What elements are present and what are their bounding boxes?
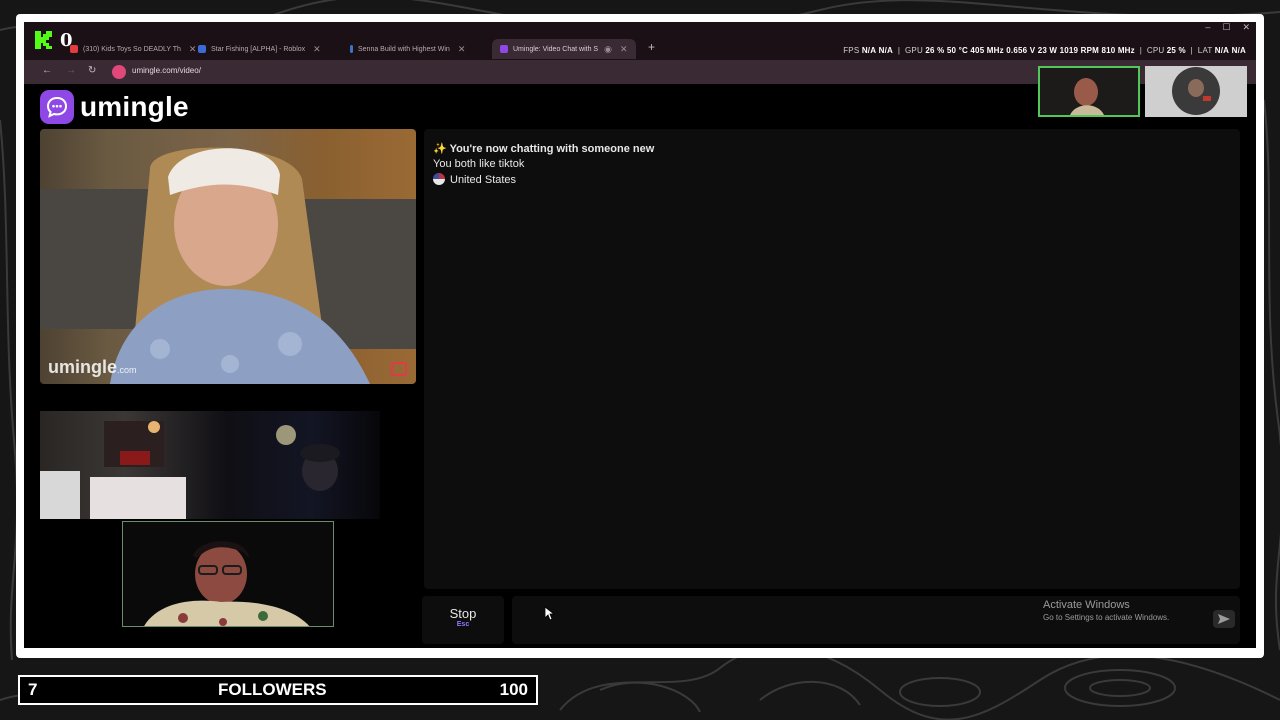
room-camera-feed [40, 421, 340, 519]
close-tab-icon[interactable]: ✕ [620, 44, 628, 55]
close-window-icon[interactable]: ✕ [1242, 22, 1250, 32]
tab-roblox[interactable]: Star Fishing [ALPHA] - Roblox ✕ [190, 39, 329, 59]
close-tab-icon[interactable]: ✕ [458, 44, 466, 55]
stranger-video-feed [40, 147, 416, 384]
window-controls: – ☐ ✕ [1193, 22, 1250, 33]
stop-label: Stop [449, 606, 477, 621]
pip-guest-camera [1145, 66, 1247, 117]
send-button[interactable] [1213, 610, 1235, 628]
url-field[interactable]: umingle.com/video/ [132, 66, 201, 75]
reload-icon[interactable]: ↻ [88, 65, 96, 76]
maximize-icon[interactable]: ☐ [1222, 22, 1230, 32]
forward-arrow-icon[interactable]: → [66, 65, 76, 76]
performance-overlay: FPS N/A N/A | GPU 26 % 50 °C 405 MHz 0.6… [843, 46, 1246, 55]
umingle-watermark: umingle.com [48, 357, 137, 377]
mouse-cursor-icon [545, 607, 555, 621]
stranger-video: umingle.com [40, 129, 416, 384]
system-message-location: United States [433, 173, 516, 186]
new-tab-button[interactable]: + [648, 40, 655, 54]
recording-icon: ◉ [604, 43, 612, 54]
stop-button[interactable]: Stop Esc [422, 596, 504, 644]
stop-shortcut: Esc [456, 621, 470, 628]
kick-logo-icon [35, 31, 52, 49]
back-arrow-icon[interactable]: ← [42, 65, 52, 76]
pip-webcam-feed [1040, 68, 1138, 115]
activate-windows-watermark: Activate Windows Go to Settings to activ… [1043, 599, 1170, 622]
streamer-webcam-feed [123, 522, 333, 626]
system-message-common-interest: You both like tiktok [433, 158, 525, 170]
site-icon [350, 45, 353, 53]
umingle-logo[interactable]: umingle [40, 90, 189, 124]
tab-youtube[interactable]: (310) Kids Toys So DEADLY Th ✕ [62, 39, 204, 59]
tab-senna-build[interactable]: Senna Build with Highest Win ✕ [342, 39, 473, 59]
follower-current: 7 [28, 680, 38, 699]
streamer-room-camera [40, 411, 380, 519]
roblox-icon [198, 45, 206, 53]
streamer-webcam [122, 521, 334, 627]
site-info-icon[interactable] [112, 65, 126, 79]
umingle-page: umingle umingle.com ✨ You're now chattin… [24, 84, 1256, 648]
system-message-new-chat: ✨ You're now chatting with someone new [433, 143, 655, 155]
tab-bar: 0 (310) Kids Toys So DEADLY Th ✕ Star Fi… [24, 22, 1256, 60]
us-flag-icon [433, 173, 445, 185]
tab-label: Star Fishing [ALPHA] - Roblox [211, 45, 306, 53]
tab-label: (310) Kids Toys So DEADLY Th [83, 45, 181, 53]
pip-webcam-streamer [1038, 66, 1140, 117]
follower-goal-bar: 7 FOLLOWERS 100 [18, 675, 538, 705]
follower-label: FOLLOWERS [218, 680, 327, 699]
tab-label: Senna Build with Highest Win [358, 45, 450, 53]
send-icon [1218, 614, 1230, 624]
tab-umingle[interactable]: Umingle: Video Chat with S ◉ ✕ [492, 39, 636, 59]
follower-goal: 100 [499, 680, 528, 699]
chat-bubble-icon [40, 90, 74, 124]
logo-text: umingle [80, 91, 189, 122]
umingle-icon [500, 45, 508, 53]
sparkle-icon: ✨ [433, 143, 447, 155]
youtube-icon [70, 45, 78, 53]
pip-guest-feed [1145, 66, 1247, 117]
minimize-icon[interactable]: – [1205, 22, 1210, 32]
tab-label: Umingle: Video Chat with S [513, 45, 599, 53]
close-tab-icon[interactable]: ✕ [313, 44, 321, 55]
chat-panel: ✨ You're now chatting with someone new Y… [424, 129, 1240, 589]
